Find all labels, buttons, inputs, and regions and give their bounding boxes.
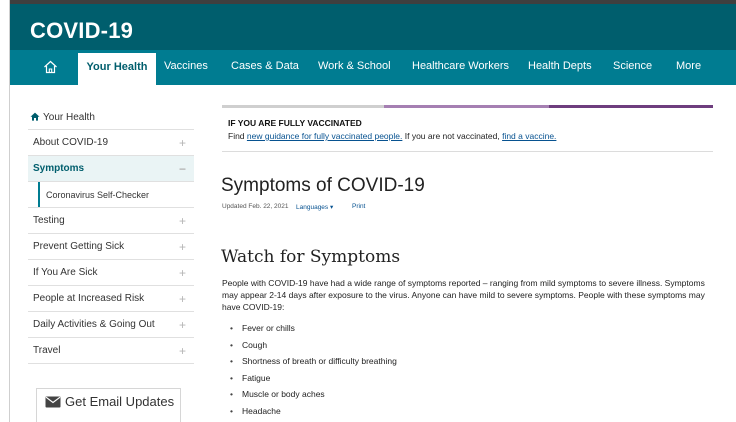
list-item: Muscle or body aches	[230, 386, 397, 403]
list-item: Fever or chills	[230, 320, 397, 337]
sidebar-item-label: If You Are Sick	[33, 267, 98, 278]
accent-segment	[222, 105, 384, 108]
expand-icon[interactable]: +	[179, 338, 186, 364]
sidebar-item-increased-risk[interactable]: People at Increased Risk +	[28, 285, 194, 311]
alert-text-part: Find	[228, 131, 247, 141]
expand-icon[interactable]: +	[179, 312, 186, 338]
page-title: Symptoms of COVID-19	[221, 175, 425, 196]
sidebar-item-label: Testing	[33, 215, 65, 226]
page: COVID-19 Your Health Vaccines Cases & Da…	[0, 0, 736, 422]
expand-icon[interactable]: +	[179, 260, 186, 286]
sidebar-item-label: Travel	[33, 345, 61, 356]
window-edge	[0, 0, 10, 422]
sidebar-item-travel[interactable]: Travel +	[28, 337, 194, 363]
accent-segment	[549, 105, 713, 108]
email-updates-label: Get Email Updates	[65, 394, 175, 409]
alert-divider	[222, 151, 713, 152]
sidebar-item-label: Daily Activities & Going Out	[33, 319, 155, 330]
sidebar-item-testing[interactable]: Testing +	[28, 207, 194, 233]
expand-icon[interactable]: +	[179, 130, 186, 156]
sidebar-item-about[interactable]: About COVID-19 +	[28, 129, 194, 155]
site-title[interactable]: COVID-19	[30, 18, 133, 44]
languages-dropdown[interactable]: Languages ▾	[296, 203, 333, 211]
sidebar-item-label: Symptoms	[33, 163, 85, 174]
home-icon	[30, 112, 40, 121]
alert-title: IF YOU ARE FULLY VACCINATED	[228, 118, 362, 128]
sidebar-item-label: Prevent Getting Sick	[33, 241, 125, 252]
sidebar-nav: Your Health About COVID-19 + Symptoms − …	[28, 107, 194, 364]
fully-vaccinated-guidance-link[interactable]: new guidance for fully vaccinated people…	[247, 131, 402, 141]
sidebar-subitem-self-checker[interactable]: Coronavirus Self-Checker	[28, 181, 194, 208]
main-nav: Your Health Vaccines Cases & Data Work &…	[10, 50, 736, 85]
find-vaccine-link[interactable]: find a vaccine.	[502, 131, 556, 141]
expand-icon[interactable]: +	[179, 234, 186, 260]
alert-text: Find new guidance for fully vaccinated p…	[228, 131, 556, 141]
collapse-icon[interactable]: −	[179, 156, 186, 182]
sidebar-item-daily-activities[interactable]: Daily Activities & Going Out +	[28, 311, 194, 337]
list-item: Fatigue	[230, 370, 397, 387]
nav-healthcare-workers[interactable]: Healthcare Workers	[412, 50, 509, 85]
home-icon	[44, 60, 57, 74]
updated-date: Updated Feb. 22, 2021	[222, 203, 289, 210]
nav-vaccines[interactable]: Vaccines	[164, 50, 208, 85]
symptom-list: Fever or chills Cough Shortness of breat…	[230, 320, 397, 420]
sidebar-item-label: People at Increased Risk	[33, 293, 145, 304]
list-item: Shortness of breath or difficulty breath…	[230, 353, 397, 370]
sidebar-item-label: About COVID-19	[33, 137, 109, 148]
nav-work-school[interactable]: Work & School	[318, 50, 391, 85]
nav-health-depts[interactable]: Health Depts	[528, 50, 592, 85]
envelope-icon	[45, 396, 61, 408]
nav-cases-data[interactable]: Cases & Data	[231, 50, 299, 85]
email-updates-button[interactable]: Get Email Updates	[36, 388, 181, 422]
list-item: Cough	[230, 337, 397, 354]
print-link[interactable]: Print	[352, 203, 365, 210]
nav-your-health[interactable]: Your Health	[78, 50, 156, 85]
list-item: Headache	[230, 403, 397, 420]
nav-home[interactable]	[24, 50, 78, 85]
intro-paragraph: People with COVID-19 have had a wide ran…	[222, 278, 705, 312]
nav-science[interactable]: Science	[613, 50, 652, 85]
accent-segment	[384, 105, 549, 108]
section-heading: Watch for Symptoms	[221, 247, 401, 267]
sidebar-item-prevent[interactable]: Prevent Getting Sick +	[28, 233, 194, 259]
alert-text-part: If you are not vaccinated,	[402, 131, 503, 141]
sidebar-heading-label: Your Health	[43, 112, 95, 123]
expand-icon[interactable]: +	[179, 286, 186, 312]
sidebar-heading[interactable]: Your Health	[28, 107, 194, 129]
sidebar-item-if-sick[interactable]: If You Are Sick +	[28, 259, 194, 285]
sidebar-item-symptoms[interactable]: Symptoms −	[28, 155, 194, 181]
expand-icon[interactable]: +	[179, 208, 186, 234]
nav-more[interactable]: More	[676, 50, 701, 85]
alert-accent-bar	[222, 105, 713, 108]
sidebar-subitem-label: Coronavirus Self-Checker	[46, 190, 150, 200]
